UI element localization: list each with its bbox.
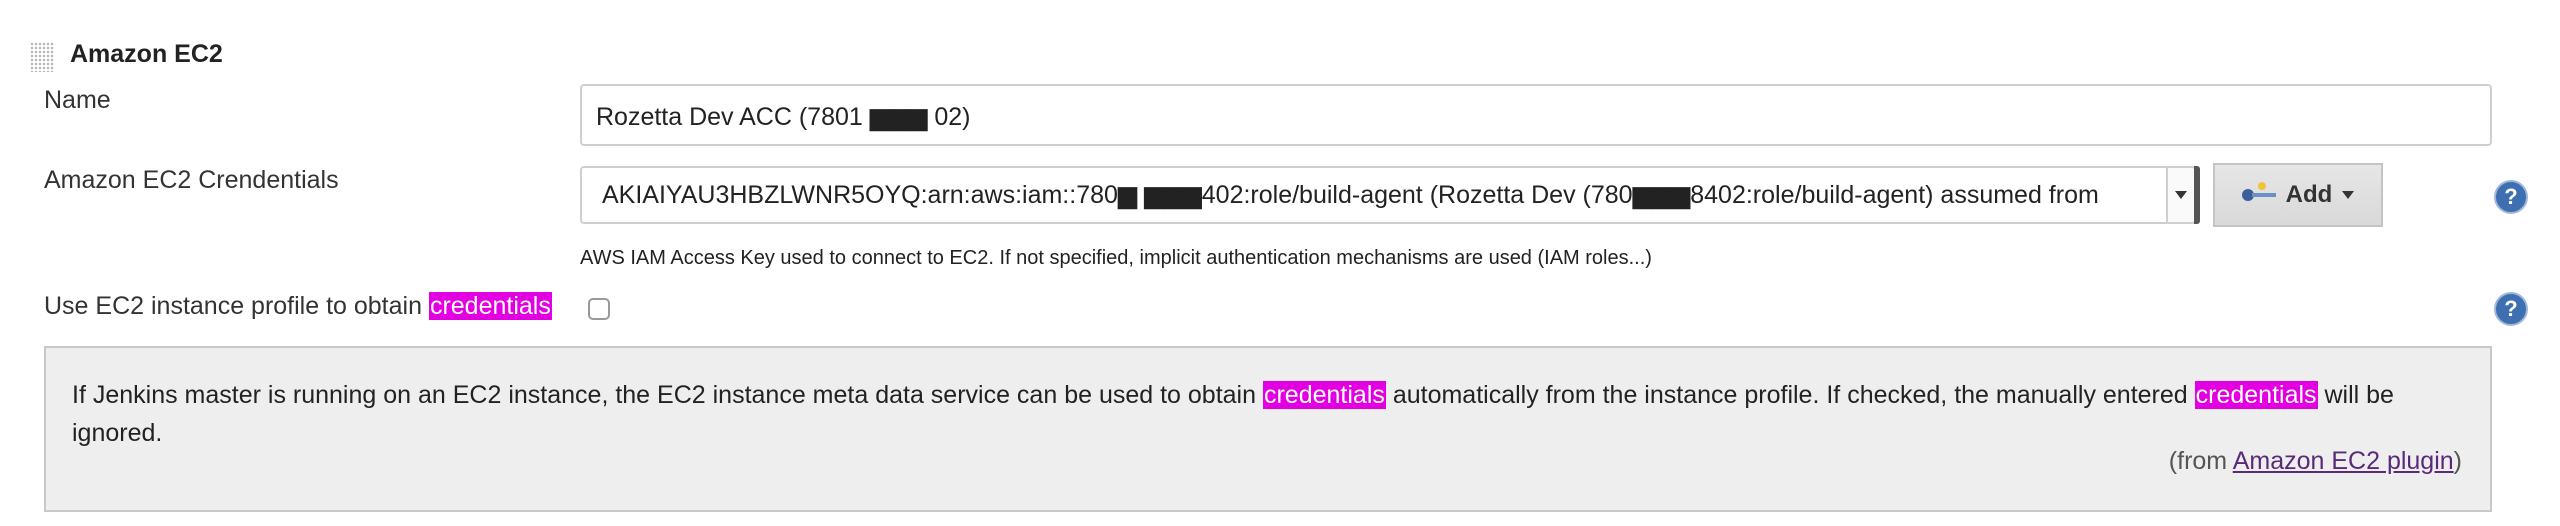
help-panel: If Jenkins master is running on an EC2 i… <box>44 346 2492 512</box>
instance-profile-label-text: Use EC2 instance profile to obtain <box>44 292 429 320</box>
instance-profile-checkbox[interactable] <box>588 298 610 320</box>
from-prefix: (from <box>2168 447 2233 475</box>
search-highlight: credentials <box>428 292 552 320</box>
section-title: Amazon EC2 <box>70 40 223 68</box>
add-button-label: Add <box>2285 181 2333 208</box>
add-credentials-button[interactable]: Add <box>2213 163 2383 227</box>
name-label: Name <box>44 86 111 114</box>
chevron-down-icon <box>2342 191 2355 199</box>
name-input[interactable]: Rozetta Dev ACC (7801 ▆▆▆ 02) <box>580 84 2492 146</box>
plugin-link[interactable]: Amazon EC2 plugin <box>2233 447 2454 475</box>
instance-profile-label: Use EC2 instance profile to obtain crede… <box>44 292 552 321</box>
plugin-attribution: (from Amazon EC2 plugin) <box>2169 442 2462 480</box>
help-icon[interactable]: ? <box>2494 180 2528 214</box>
search-highlight: credentials <box>2194 381 2318 409</box>
credentials-label: Amazon EC2 Crendentials <box>44 166 339 194</box>
select-arrow-icon[interactable] <box>2166 168 2194 222</box>
select-edge-shadow <box>2194 166 2200 224</box>
drag-handle-icon[interactable] <box>30 42 54 72</box>
credentials-selected-value: AKIAIYAU3HBZLWNR5OYQ:arn:aws:iam::780▆ ▆… <box>602 181 2099 209</box>
credentials-select[interactable]: AKIAIYAU3HBZLWNR5OYQ:arn:aws:iam::780▆ ▆… <box>580 166 2196 224</box>
credentials-description: AWS IAM Access Key used to connect to EC… <box>580 247 1652 269</box>
search-highlight: credentials <box>1262 381 1386 409</box>
key-icon <box>2241 182 2276 202</box>
help-text: If Jenkins master is running on an EC2 i… <box>72 381 1263 409</box>
help-icon[interactable]: ? <box>2494 292 2528 326</box>
from-suffix: ) <box>2453 447 2462 475</box>
help-text: automatically from the instance profile.… <box>1385 381 2195 409</box>
